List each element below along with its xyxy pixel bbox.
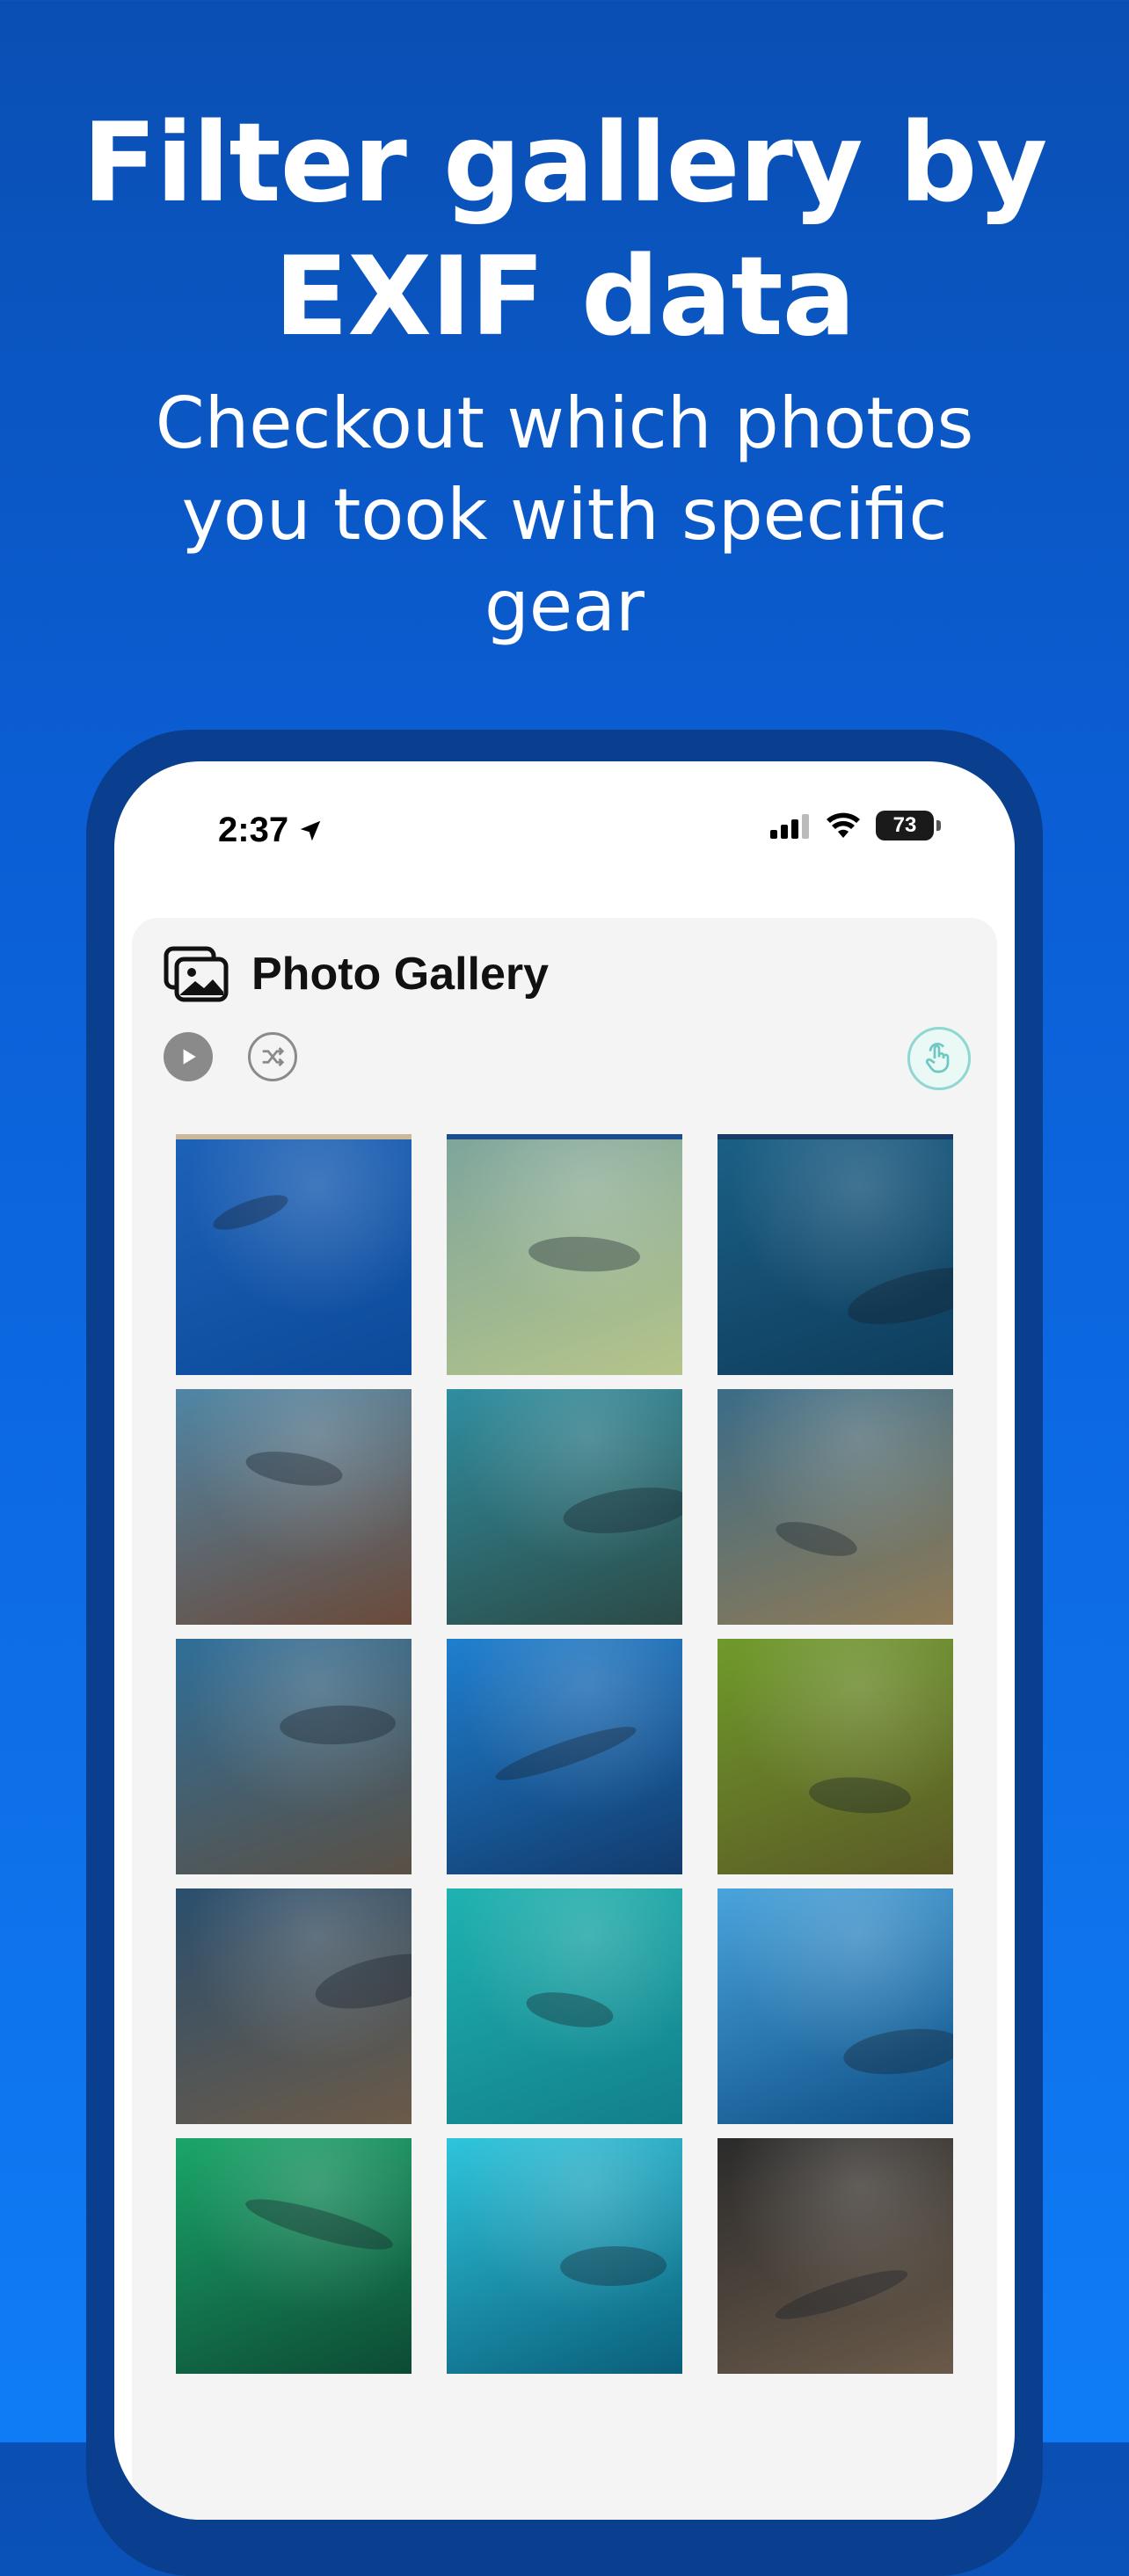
- photo-gallery-icon: [164, 946, 229, 1002]
- photo-tile[interactable]: [176, 1639, 412, 1874]
- photo-tile[interactable]: [176, 2138, 412, 2374]
- promo-subline: Checkout which photos you took with spec…: [53, 378, 1076, 652]
- gallery-card: Photo Gallery: [132, 918, 997, 2520]
- wifi-icon: [827, 812, 860, 838]
- photo-tile[interactable]: [447, 1888, 682, 2124]
- photo-texture: [176, 1389, 412, 1625]
- promo-headline-line2: EXIF data: [273, 234, 856, 360]
- photo-tile[interactable]: [717, 2138, 953, 2374]
- play-button[interactable]: [164, 1032, 213, 1081]
- photo-texture: [176, 1639, 412, 1874]
- location-arrow-icon: [300, 820, 321, 840]
- battery-icon: 73: [876, 811, 941, 840]
- gallery-controls: [164, 1032, 297, 1081]
- photo-texture: [176, 1139, 412, 1375]
- shuffle-icon: [262, 1047, 285, 1066]
- photo-tile[interactable]: [447, 1389, 682, 1625]
- photo-tile[interactable]: [447, 1639, 682, 1874]
- photo-texture: [176, 2138, 412, 2374]
- photo-texture: [176, 1888, 412, 2124]
- play-icon: [183, 1049, 196, 1065]
- page-title: Photo Gallery: [251, 949, 550, 1000]
- photo-texture: [717, 2138, 953, 2374]
- photo-tile[interactable]: [717, 1139, 953, 1375]
- gallery-header: Photo Gallery: [164, 946, 549, 1002]
- promo-headline: Filter gallery by EXIF data: [0, 97, 1129, 364]
- promo-subline-line2: you took with specific: [181, 474, 948, 556]
- photo-texture: [717, 1639, 953, 1874]
- promo-headline-line1: Filter gallery by: [82, 100, 1048, 227]
- battery-level-text: 73: [892, 813, 917, 837]
- status-bar: 2:37 73: [114, 761, 1015, 893]
- touch-select-button[interactable]: [907, 1027, 971, 1090]
- photo-tile[interactable]: [447, 1139, 682, 1375]
- photo-texture: [717, 1389, 953, 1625]
- signal-icon: [770, 814, 809, 839]
- status-time: 2:37: [218, 811, 324, 850]
- photo-tile[interactable]: [717, 1888, 953, 2124]
- photo-tile[interactable]: [717, 1639, 953, 1874]
- status-time-label: 2:37: [218, 811, 289, 849]
- photo-grid: [176, 1139, 957, 2374]
- photo-tile[interactable]: [176, 1389, 412, 1625]
- photo-tile[interactable]: [717, 1389, 953, 1625]
- photo-tile[interactable]: [447, 2138, 682, 2374]
- photo-tile[interactable]: [176, 1888, 412, 2124]
- status-indicators: 73: [768, 811, 941, 840]
- photo-texture: [717, 1888, 953, 2124]
- shuffle-button[interactable]: [248, 1032, 297, 1081]
- photo-tile[interactable]: [176, 1139, 412, 1375]
- photo-texture: [717, 1139, 953, 1375]
- touch-select-icon: [925, 1043, 950, 1073]
- promo-subline-line3: gear: [484, 565, 645, 647]
- promo-subline-line1: Checkout which photos: [155, 382, 974, 464]
- phone-screen: 2:37 73 Photo Gallery: [114, 761, 1015, 2520]
